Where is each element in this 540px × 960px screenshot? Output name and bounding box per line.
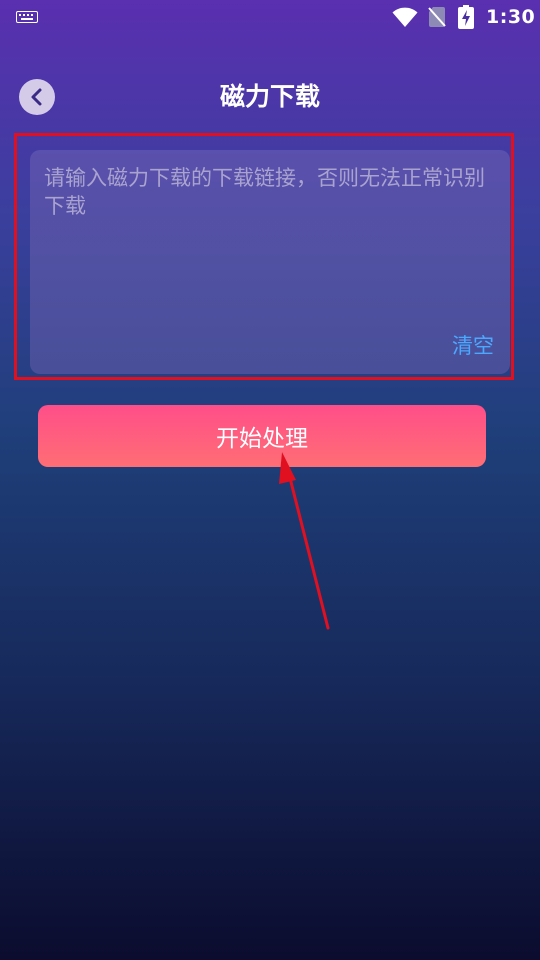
back-button[interactable] [19,79,55,115]
link-input-card: 清空 [30,150,510,374]
chevron-left-icon [31,88,42,106]
wifi-icon [392,7,418,27]
status-bar: 1:30 [0,0,540,36]
start-processing-button[interactable]: 开始处理 [38,405,486,467]
battery-charging-icon [458,5,474,29]
page-title: 磁力下载 [219,82,320,111]
magnet-link-input[interactable] [44,164,496,324]
keyboard-icon [16,11,38,23]
no-sim-icon [428,7,446,27]
status-time: 1:30 [486,6,536,28]
clear-button[interactable]: 清空 [452,330,494,360]
